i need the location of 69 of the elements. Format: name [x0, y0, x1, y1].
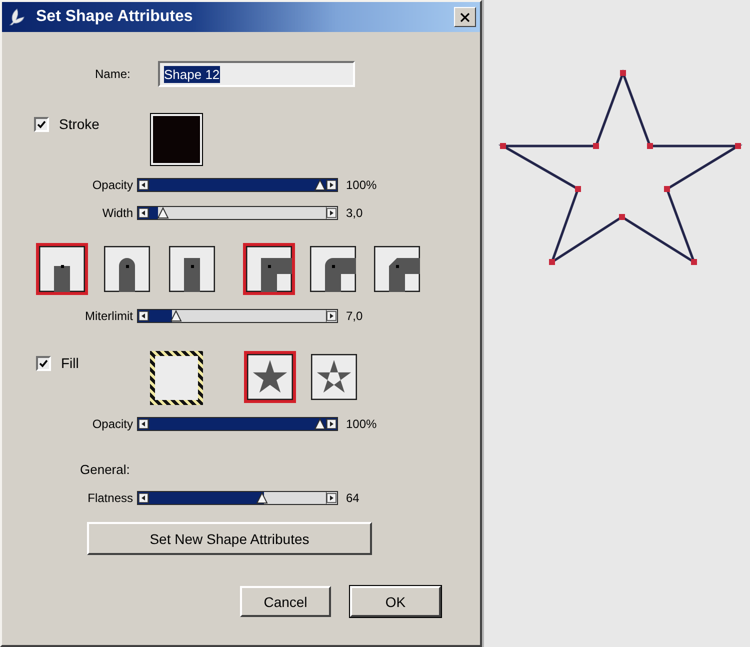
vertex-marker[interactable] — [664, 186, 670, 192]
line-cap-button[interactable] — [36, 243, 88, 295]
checkmark-icon — [37, 120, 46, 128]
arrow-left-icon[interactable] — [137, 491, 149, 505]
arrow-right-icon[interactable] — [326, 178, 338, 192]
vertex-marker[interactable] — [647, 143, 653, 149]
fill-rule-button[interactable] — [244, 351, 296, 403]
dialog-button[interactable]: OK — [350, 586, 441, 617]
checkbox-label: Stroke — [59, 116, 100, 132]
slider-thumb[interactable] — [157, 207, 170, 219]
dialog-button[interactable]: Cancel — [240, 586, 331, 617]
butt-cap-icon — [39, 246, 85, 292]
line-cap-button[interactable] — [166, 243, 218, 295]
round-cap-icon — [104, 246, 150, 292]
slider-thumb[interactable] — [170, 310, 182, 322]
name-label: Name: — [95, 66, 132, 83]
slider-label: Width — [101, 206, 133, 220]
close-button[interactable] — [454, 7, 476, 27]
leaf-icon — [8, 8, 26, 26]
fill-rule-button[interactable] — [308, 351, 360, 403]
close-icon — [460, 12, 470, 22]
arrow-right-icon[interactable] — [326, 417, 338, 431]
round-join-icon — [310, 246, 356, 292]
arrow-left-icon[interactable] — [137, 309, 149, 323]
apply-button[interactable]: Set New Shape Attributes — [87, 522, 372, 555]
stroke-color-swatch[interactable] — [150, 113, 203, 166]
vertex-marker[interactable] — [735, 143, 741, 149]
square-cap-icon — [169, 246, 215, 292]
name-field[interactable]: Shape 12 — [158, 61, 355, 87]
vertex-marker[interactable] — [691, 259, 697, 265]
slider-thumb[interactable] — [256, 492, 268, 504]
slider-value: 7,0 — [346, 309, 364, 323]
arrow-left-icon[interactable] — [137, 178, 149, 192]
line-join-button[interactable] — [371, 243, 423, 295]
slider-label: Opacity — [91, 417, 133, 431]
fill-color-swatch[interactable] — [150, 351, 203, 405]
slider-value: 64 — [346, 491, 360, 505]
section-heading: General: — [80, 463, 130, 477]
arrow-right-icon[interactable] — [326, 309, 338, 323]
window-title: Set Shape Attributes — [36, 8, 193, 26]
miter-join-icon — [246, 246, 292, 292]
bevel-join-icon — [374, 246, 420, 292]
line-cap-button[interactable] — [101, 243, 153, 295]
slider-thumb[interactable] — [314, 418, 326, 430]
checkbox-label: Fill — [61, 355, 79, 371]
arrow-right-icon[interactable] — [326, 491, 338, 505]
checkbox[interactable] — [36, 356, 51, 370]
slider-label: Miterlimit — [84, 309, 133, 323]
slider-value: 100% — [346, 417, 378, 431]
line-join-button[interactable] — [243, 243, 295, 295]
arrow-left-icon[interactable] — [137, 206, 149, 220]
slider-thumb[interactable] — [314, 179, 326, 191]
vertex-marker[interactable] — [549, 259, 555, 265]
vertex-marker[interactable] — [593, 143, 599, 149]
filled-star-icon — [247, 354, 293, 400]
slider-label: Flatness — [86, 491, 133, 505]
slider-value: 3,0 — [346, 206, 364, 220]
slider-label: Opacity — [91, 178, 133, 192]
arrow-right-icon[interactable] — [326, 206, 338, 220]
vertex-marker[interactable] — [620, 70, 626, 76]
vertex-marker[interactable] — [619, 214, 625, 220]
slider-value: 100% — [346, 178, 378, 192]
vertex-marker[interactable] — [500, 143, 506, 149]
vertex-marker[interactable] — [575, 186, 581, 192]
arrow-left-icon[interactable] — [137, 417, 149, 431]
star-with-hole-icon — [311, 354, 357, 400]
line-join-button[interactable] — [307, 243, 359, 295]
checkmark-icon — [39, 358, 48, 368]
checkbox[interactable] — [34, 116, 49, 132]
